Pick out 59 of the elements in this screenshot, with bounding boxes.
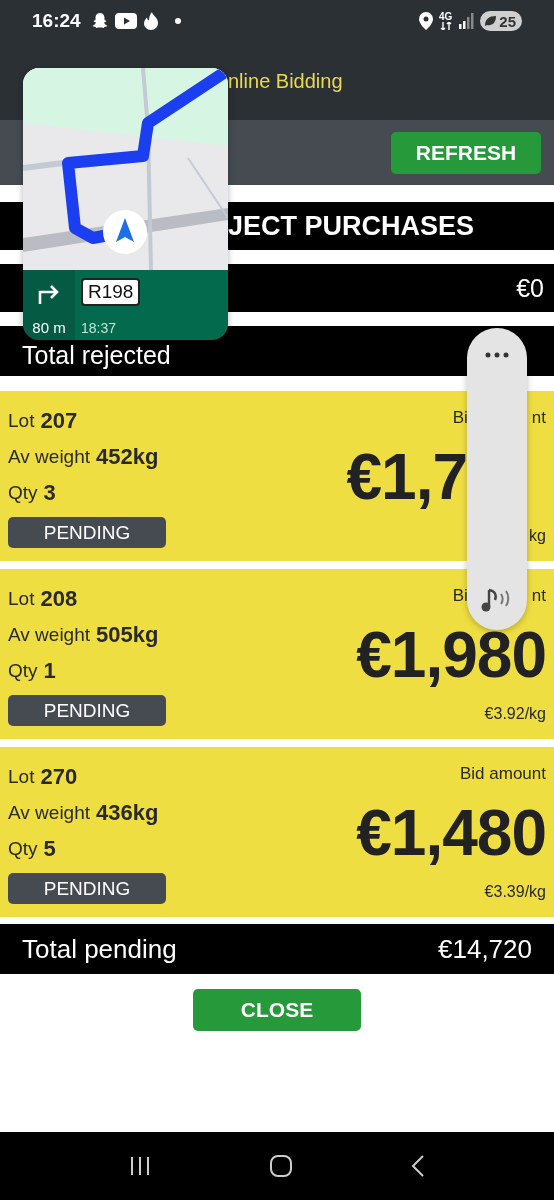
status-badge: PENDING [8,873,166,904]
road-sign: R198 [81,278,141,306]
qty-value: 1 [43,658,56,684]
arrival-time: 18:37 [81,320,117,336]
leaf-icon [483,14,498,28]
bid-label: Bi [452,407,468,428]
total-value: €0 [516,273,544,303]
qty-value: 5 [43,836,56,862]
recent-apps-icon[interactable] [129,1155,151,1177]
ghost-icon [90,12,109,30]
refresh-button[interactable]: REFRESH [391,131,541,174]
status-badge: PENDING [8,695,166,726]
weight-value: 436kg [96,800,159,826]
close-button[interactable]: CLOSE [193,989,361,1031]
bid-label: nt [531,407,546,428]
clock: 16:24 [32,10,81,32]
total-label: Total rejected [22,341,171,370]
turn-distance: 80 m [32,319,66,336]
dot-icon [174,18,181,24]
qty-label: Qty [8,660,38,682]
back-icon[interactable] [411,1154,425,1178]
flame-icon [142,12,159,30]
bid-label: Bi [452,585,468,606]
bid-amount: €1,7 [346,440,467,514]
weight-label: Av weight [8,446,91,468]
bid-label: nt [531,585,546,606]
lot-number: 207 [40,408,78,434]
weight-label: Av weight [8,624,91,646]
weight-label: Av weight [8,802,91,824]
total-label: Total pending [22,933,177,965]
lot-label: Lot [8,766,35,788]
weight-value: 452kg [96,444,159,470]
lot-label: Lot [8,588,35,610]
total-value: €14,720 [438,933,532,965]
battery-percentage: 25 [499,12,516,30]
signal-icon [458,13,475,29]
bid-amount: €1,980 [356,618,546,692]
home-icon[interactable] [269,1154,293,1178]
price-per-kg: €3.39/kg [484,883,546,902]
bid-label: Bid amount [460,763,546,784]
lot-number: 208 [40,586,78,612]
qty-value: 3 [43,480,56,506]
qty-label: Qty [8,838,38,860]
data-arrows-icon [439,22,452,30]
network-type: 4G [438,12,453,22]
bid-amount: €1,480 [356,796,546,870]
price-per-kg: €3.92/kg [484,705,546,724]
weight-value: 505kg [96,622,159,648]
price-per-kg: kg [529,527,546,546]
video-play-icon [114,13,137,29]
status-badge: PENDING [8,517,166,548]
lot-label: Lot [8,410,35,432]
qty-label: Qty [8,482,38,504]
app-title: nline Bidding [228,69,343,93]
location-pin-icon [418,12,433,30]
navigation-window[interactable]: 80 m R198 18:37 [23,68,228,340]
lot-number: 270 [40,764,78,790]
more-options-icon[interactable] [485,352,509,358]
section-title: JECT PURCHASES [228,210,475,242]
